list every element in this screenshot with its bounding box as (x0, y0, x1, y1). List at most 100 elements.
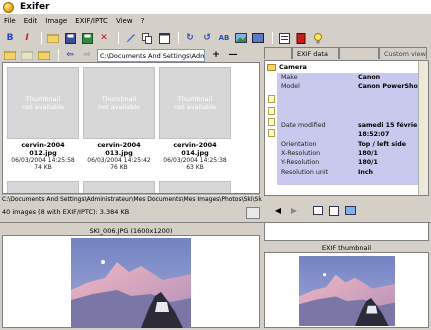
exif-row[interactable]: Y-Resolution 180/1 (281, 159, 428, 166)
exif-key: X-Resolution (281, 150, 321, 157)
exif-scrollbar[interactable] (418, 61, 428, 195)
back-arrow-icon[interactable]: ⇦ (63, 48, 77, 62)
tab-third[interactable] (339, 47, 379, 59)
menu-help[interactable]: ? (141, 17, 145, 25)
thumbnail-placeholder-text: Thumbnail not available (97, 95, 141, 111)
thumbnail-item[interactable]: Thumbnail not available cervin-2004 013.… (83, 67, 155, 171)
exif-thumbnail-preview (264, 252, 429, 328)
delete-icon[interactable]: ✕ (97, 31, 111, 45)
folder-new-icon[interactable] (37, 48, 51, 62)
thumbnail-placeholder: Thumbnail not available (7, 67, 79, 139)
exif-row[interactable]: 18:52:07 (281, 131, 428, 138)
menu-image[interactable]: Image (45, 17, 67, 25)
forward-arrow-icon[interactable]: ⇨ (80, 48, 94, 62)
minus-icon[interactable]: — (226, 48, 240, 62)
exif-row[interactable]: Resolution unit Inch (281, 169, 428, 176)
edit-icon[interactable] (123, 31, 137, 45)
tab-custom-view[interactable]: Custom view (379, 47, 427, 59)
save-green-icon[interactable] (80, 31, 94, 45)
exif-key: Resolution unit (281, 169, 329, 176)
save-icon[interactable] (63, 31, 77, 45)
exif-thumbnail-field[interactable] (264, 222, 429, 241)
exif-row[interactable]: Date modified samedi 15 févrie (281, 122, 428, 129)
folder-path-value: C:\Documents And Settings\Admin (100, 51, 205, 60)
exif-key: Orientation (281, 141, 317, 148)
toolbar-separator (178, 32, 179, 44)
current-path: C:\Documents And Settings\Administrateur… (2, 196, 264, 206)
exif-key: Make (281, 74, 298, 81)
menu-edit[interactable]: Edit (24, 17, 38, 25)
exif-row[interactable]: X-Resolution 180/1 (281, 150, 428, 157)
folder-icon (267, 63, 276, 71)
copy-icon[interactable] (140, 31, 154, 45)
list-icon[interactable] (312, 205, 324, 217)
rotate-left-icon[interactable]: ↺ (200, 31, 214, 45)
exif-key: Y-Resolution (281, 159, 320, 166)
previous-icon[interactable]: ◀ (272, 205, 284, 217)
menu-exif-iptc[interactable]: EXIF/IPTC (75, 17, 108, 25)
rotate-right-icon[interactable]: ↻ (183, 31, 197, 45)
edit-pencil-icon[interactable] (268, 129, 275, 137)
book-icon[interactable] (294, 31, 308, 45)
thumbnail-icon[interactable] (344, 205, 356, 217)
thumbnail-item[interactable] (159, 181, 231, 193)
toolbar-separator (118, 32, 119, 44)
exif-row[interactable]: Model Canon PowerSho (281, 83, 428, 90)
thumbnail-item[interactable]: Thumbnail not available cervin-2004 014.… (159, 67, 231, 171)
bold-b-icon[interactable]: B (3, 31, 17, 45)
page-icon (268, 118, 275, 126)
thumbnail-placeholder (159, 181, 231, 193)
exif-thumbnail-photo (299, 256, 395, 326)
ski-photo (71, 238, 191, 328)
thumbnail-item[interactable] (7, 181, 79, 193)
image-count: 40 images (8 with EXIF/IPTC): 3.384 KB (2, 208, 130, 216)
menu-view[interactable]: View (116, 17, 133, 25)
image-preview (2, 235, 260, 328)
toolbar-separator (41, 32, 42, 44)
help-bulb-icon[interactable] (311, 31, 325, 45)
menu-bar: File Edit Image EXIF/IPTC View ? (0, 15, 431, 27)
window-title: Exifer (20, 2, 50, 12)
page-icon (268, 107, 275, 115)
thumbnail-size: 63 KB (186, 164, 204, 171)
exif-section-camera[interactable]: Camera (267, 63, 307, 71)
thumbnail-placeholder (7, 181, 79, 193)
preview-image-icon[interactable] (246, 207, 260, 219)
toolbar-separator (58, 49, 59, 61)
rename-icon[interactable]: AB (217, 31, 231, 45)
exif-key: Date modified (281, 122, 326, 129)
exif-row[interactable]: Make Canon (281, 74, 428, 81)
exif-key (281, 131, 358, 138)
folder-open-icon[interactable] (3, 48, 17, 62)
thumbnail-placeholder-text: Thumbnail not available (173, 95, 217, 111)
list-view-icon[interactable] (277, 31, 291, 45)
next-icon[interactable]: ▶ (288, 205, 300, 217)
thumbnail-date: 06/03/2004 14:25:42 (87, 157, 151, 164)
thumbnail-placeholder: Thumbnail not available (83, 67, 155, 139)
italic-i-icon[interactable]: I (20, 31, 34, 45)
folder-up-icon[interactable] (20, 48, 34, 62)
main-toolbar: B I ✕ ↻ ↺ AB (0, 30, 431, 46)
thumbnail-grid: Thumbnail not available cervin-2004 012.… (2, 62, 260, 194)
menu-file[interactable]: File (4, 17, 16, 25)
exif-tabs: EXIF data Custom view (264, 47, 431, 59)
thumbnail-item[interactable]: Thumbnail not available cervin-2004 012.… (7, 67, 79, 171)
exif-data-panel: Camera Make Canon Model Canon PowerSho Dat… (264, 60, 429, 196)
page-icon (268, 95, 275, 103)
window-icon[interactable] (157, 31, 171, 45)
image-caption: SKI_006.JPG (1600x1200) (89, 227, 173, 235)
tab-exif-data[interactable]: EXIF data (292, 47, 339, 59)
edit-doc-icon[interactable] (328, 205, 340, 217)
slideshow-icon[interactable] (251, 31, 265, 45)
add-icon[interactable]: + (209, 48, 223, 62)
thumbnail-filename: cervin-2004 013.jpg (97, 141, 141, 157)
thumbnail-placeholder-text: Thumbnail not available (21, 95, 65, 111)
exif-thumbnail-caption: EXIF thumbnail (321, 244, 372, 252)
thumbnail-item[interactable] (83, 181, 155, 193)
tab-first[interactable] (264, 47, 292, 59)
folder-path-combo[interactable]: C:\Documents And Settings\Admin (97, 48, 205, 62)
image-icon[interactable] (234, 31, 248, 45)
exif-row[interactable]: Orientation Top / left side (281, 141, 428, 148)
open-folder-icon[interactable] (46, 31, 60, 45)
title-bar: Exifer (0, 0, 431, 14)
